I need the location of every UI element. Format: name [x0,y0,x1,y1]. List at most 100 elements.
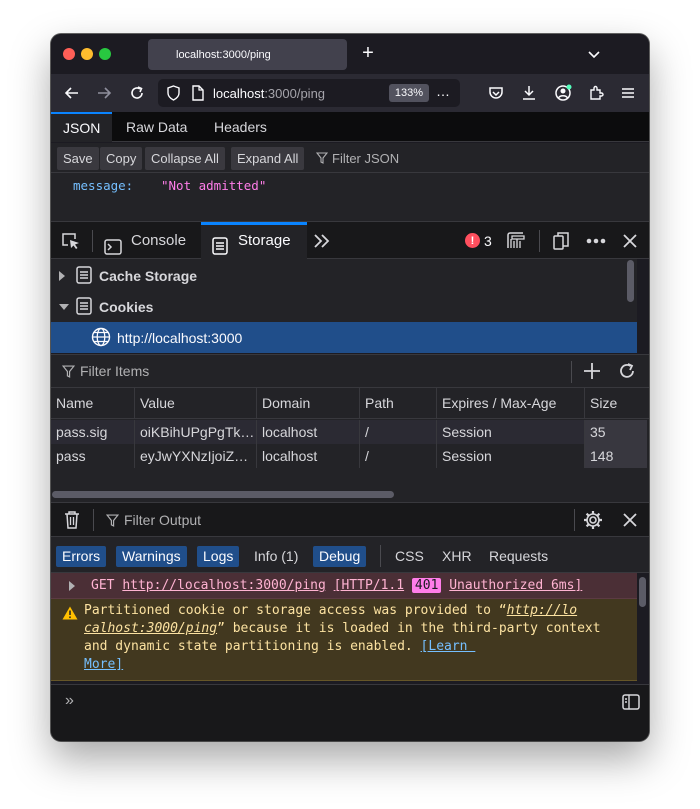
storage-icon [76,297,92,318]
filter-logs[interactable]: Logs [197,546,240,567]
filter-json-placeholder: Filter JSON [332,151,400,166]
collapse-all-button[interactable]: Collapse All [145,147,225,170]
column-value[interactable]: Value [134,388,256,419]
page-actions-button[interactable]: … [436,83,456,99]
extensions-icon[interactable] [585,82,607,104]
tab-console[interactable]: Console [101,222,199,259]
trash-icon[interactable] [61,509,83,531]
tree-scrollbar[interactable] [627,260,634,302]
element-picker-icon[interactable] [60,230,82,252]
warning-url-part-2[interactable]: calhost:3000/ping [84,621,217,636]
learn-more-link-part-2[interactable]: More] [84,657,123,672]
table-horizontal-scrollbar[interactable] [51,488,649,502]
error-icon: ! [465,233,480,248]
filter-css[interactable]: CSS [389,546,430,567]
filter-debug[interactable]: Debug [313,546,367,567]
warning-url-part-1[interactable]: http://lo [507,603,577,618]
devtools-toolbar: Console Storage ! 3 [51,221,649,259]
tree-item-localhost[interactable]: http://localhost:3000 [51,322,637,353]
learn-more-link-part-1[interactable]: [Learn [421,639,476,654]
json-key: message: [73,178,134,193]
account-icon[interactable] [552,82,574,104]
filter-output-input[interactable]: Filter Output [106,512,201,528]
filter-requests[interactable]: Requests [483,546,554,567]
url-path: :3000/ping [264,85,326,101]
scrollbar-thumb[interactable] [52,491,394,498]
tab-headers[interactable]: Headers [202,112,279,142]
error-count: 3 [484,232,492,249]
error-message-text: GET http://localhost:3000/ping [HTTP/1.1… [91,573,582,599]
add-item-icon[interactable] [581,360,603,382]
url-bar[interactable]: localhost:3000/ping 133% … [158,79,460,107]
menu-icon[interactable] [617,82,639,104]
filter-icon [315,152,329,164]
collapse-arrow-icon[interactable] [59,304,69,310]
column-name[interactable]: Name [51,388,134,419]
new-tab-button[interactable]: + [357,42,379,64]
tree-item-label: Cache Storage [99,267,198,284]
chevron-down-icon[interactable] [586,46,602,62]
close-split-console-icon[interactable] [619,509,641,531]
separator [539,230,540,252]
request-url[interactable]: http://localhost:3000/ping [122,578,326,593]
filter-icon [106,513,119,527]
column-domain[interactable]: Domain [256,388,359,419]
network-error-message[interactable]: GET http://localhost:3000/ping [HTTP/1.1… [51,573,637,599]
copy-button[interactable]: Copy [100,147,143,170]
save-button[interactable]: Save [57,147,99,170]
filter-errors[interactable]: Errors [56,546,107,567]
table-header: Name Value Domain Path Expires / Max-Age… [51,388,649,419]
close-devtools-icon[interactable] [619,230,641,252]
back-arrow-icon[interactable] [61,82,83,104]
tab-bar: localhost:3000/ping + [51,34,649,74]
column-path[interactable]: Path [359,388,436,419]
table-row[interactable]: pass.sig oiKBihUPgPgTk… localhost / Sess… [51,420,647,444]
close-window-button[interactable] [63,48,75,60]
dock-icon[interactable] [550,230,572,252]
console-input[interactable]: » [51,684,649,718]
forward-arrow-icon[interactable] [93,82,115,104]
cookie-table: Name Value Domain Path Expires / Max-Age… [51,388,649,488]
console-level-filters: Errors Warnings Logs Info (1) Debug CSS … [51,537,649,573]
expand-all-button[interactable]: Expand All [231,147,305,170]
shield-icon[interactable] [166,85,181,104]
table-row[interactable]: pass eyJwYXNzIjoiZXhhbXBsZSJ9 localhost … [51,444,647,468]
more-options-icon[interactable] [585,230,607,252]
filter-items-input[interactable]: Filter Items [62,363,149,379]
filter-info[interactable]: Info (1) [248,546,304,567]
warning-icon [62,606,78,624]
browser-tab[interactable]: localhost:3000/ping [148,39,347,70]
cell-expires: Session [436,444,584,468]
tab-storage[interactable]: Storage [201,222,307,259]
expand-arrow-icon[interactable] [59,271,65,281]
page-info-icon[interactable] [191,85,204,104]
tab-raw-data[interactable]: Raw Data [114,112,199,142]
filter-warnings[interactable]: Warnings [116,546,187,567]
zoom-level[interactable]: 133% [389,84,429,102]
refresh-icon[interactable] [616,360,638,382]
cell-size: 35 [584,420,647,444]
pocket-icon[interactable] [485,82,507,104]
json-value: "Not admitted" [161,178,267,193]
separator [380,545,381,567]
gear-icon[interactable] [582,509,604,531]
filter-json-input[interactable]: Filter JSON [315,147,400,170]
zoom-window-button[interactable] [99,48,111,60]
column-size[interactable]: Size [584,388,647,419]
tab-json[interactable]: JSON [51,112,113,142]
more-tools-icon[interactable] [311,230,333,252]
expand-arrow-icon[interactable] [69,581,75,591]
status-text: Unauthorized 6ms] [449,578,583,593]
minimize-window-button[interactable] [81,48,93,60]
responsive-design-icon[interactable] [505,230,527,252]
separator [571,361,572,383]
reload-icon[interactable] [126,82,148,104]
editor-mode-icon[interactable] [622,694,640,713]
column-expires[interactable]: Expires / Max-Age [436,388,584,419]
tree-item-cookies[interactable]: Cookies [51,291,637,322]
download-icon[interactable] [518,82,540,104]
console-scrollbar[interactable] [639,577,646,607]
tree-item-cache-storage[interactable]: Cache Storage [51,260,637,291]
error-counter[interactable]: ! 3 [465,222,492,259]
filter-xhr[interactable]: XHR [436,546,478,567]
